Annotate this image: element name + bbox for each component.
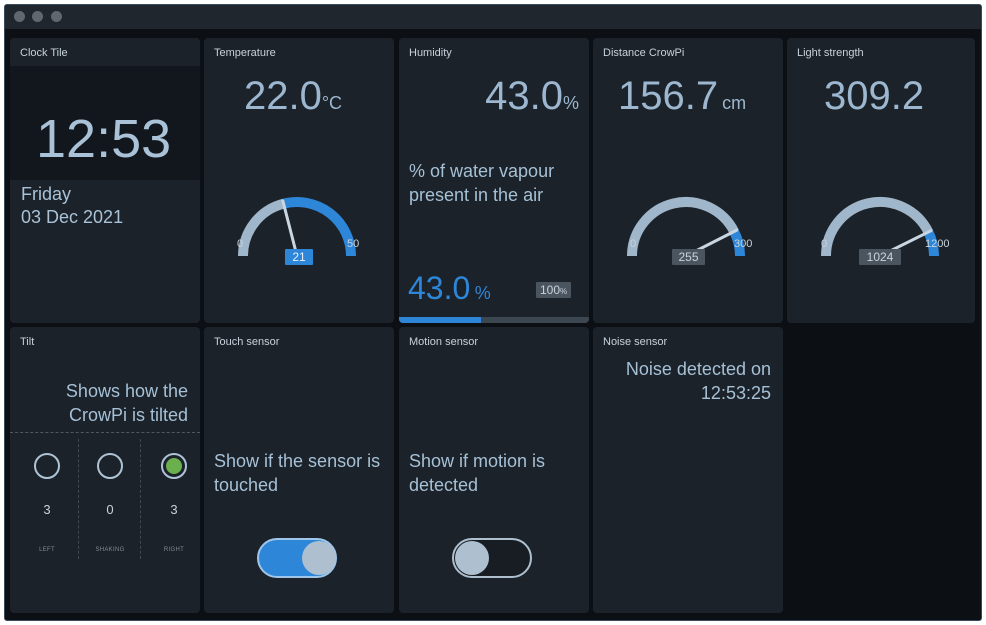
humidity-progress-fill	[399, 317, 481, 323]
tilt-title: Tilt	[20, 336, 35, 348]
minimize-window-icon[interactable]	[32, 11, 43, 22]
temperature-reading-badge: 21	[285, 249, 313, 265]
noise-tile: Noise sensor Noise detected on 12:53:25	[593, 327, 783, 613]
distance-gauge-filled-arc	[627, 197, 739, 257]
humidity-bar-unit: %	[474, 283, 491, 303]
tilt-left-label: LEFT	[39, 547, 55, 553]
distance-min: 0	[630, 238, 637, 250]
motion-tile: Motion sensor Show if motion is detected	[399, 327, 589, 613]
motion-toggle[interactable]	[452, 538, 532, 578]
distance-value: 156.7	[618, 74, 719, 118]
tilt-divider	[10, 432, 200, 433]
tilt-right-label: RIGHT	[163, 547, 185, 553]
touch-tile: Touch sensor Show if the sensor is touch…	[204, 327, 394, 613]
light-gauge-filled-arc	[821, 197, 933, 257]
noise-title: Noise sensor	[603, 336, 668, 348]
light-min: 0	[821, 238, 828, 250]
clock-day: Friday	[21, 184, 72, 204]
tilt-right-indicator	[161, 453, 187, 479]
title-bar	[5, 5, 981, 29]
light-value: 309.2	[824, 74, 925, 118]
distance-tile: Distance CrowPi 156.7 cm 0 300 255	[593, 38, 783, 323]
temperature-max: 50	[347, 238, 360, 250]
noise-line1: Noise detected on	[625, 359, 771, 379]
temperature-title: Temperature	[214, 47, 276, 59]
tilt-column-divider-1	[78, 439, 79, 559]
temperature-tile: Temperature 22.0°C 0 50 21	[204, 38, 394, 323]
tilt-left-indicator	[34, 453, 60, 479]
tilt-description-line2: CrowPi is tilted	[68, 405, 188, 425]
tilt-right-active-dot	[166, 458, 182, 474]
humidity-tile: Humidity 43.0% % of water vapour present…	[399, 38, 589, 323]
humidity-max-unit: %	[560, 287, 568, 296]
humidity-max-value: 100	[540, 283, 561, 297]
tilt-shaking-indicator	[97, 453, 123, 479]
humidity-value: 43.0	[485, 74, 563, 118]
maximize-window-icon[interactable]	[51, 11, 62, 22]
motion-description: Show if motion is detected	[409, 451, 546, 495]
distance-unit: cm	[722, 93, 747, 113]
humidity-max-badge: 100%	[536, 282, 572, 298]
humidity-bar-value-row: 43.0 %	[408, 270, 491, 307]
touch-title: Touch sensor	[214, 336, 280, 348]
clock-time: 12:53	[36, 109, 172, 169]
temperature-gauge-needle	[281, 199, 299, 258]
humidity-description: % of water vapour present in the air	[409, 161, 555, 205]
temperature-min: 0	[237, 238, 244, 250]
touch-description: Show if the sensor is touched	[214, 451, 381, 495]
close-window-icon[interactable]	[14, 11, 25, 22]
tilt-column-divider-2	[140, 439, 141, 559]
touch-toggle-knob	[302, 541, 336, 575]
distance-reading-badge: 255	[672, 249, 705, 265]
temperature-value-row: 22.0°C	[244, 74, 342, 119]
tilt-shaking-label: SHAKING	[95, 547, 125, 553]
temperature-gauge-filled-arc	[238, 198, 286, 257]
touch-toggle[interactable]	[257, 538, 337, 578]
clock-tile: Clock Tile 12:53 Friday 03 Dec 2021	[10, 38, 200, 323]
temperature-value: 22.0	[244, 74, 322, 118]
tilt-right-count: 3	[170, 502, 178, 517]
noise-line2: 12:53:25	[700, 383, 771, 403]
distance-value-row: 156.7 cm	[618, 74, 746, 119]
distance-max: 300	[734, 238, 753, 250]
humidity-unit: %	[562, 93, 579, 113]
humidity-progress-track	[399, 317, 589, 323]
light-title: Light strength	[797, 47, 864, 59]
tilt-tile: Tilt Shows how the CrowPi is tilted 3 0 …	[10, 327, 200, 613]
humidity-title: Humidity	[409, 47, 452, 59]
app-window: Clock Tile 12:53 Friday 03 Dec 2021 Temp…	[4, 4, 982, 621]
light-tile: Light strength 309.2 0 1200 1024	[787, 38, 975, 323]
humidity-bar-value: 43.0	[408, 270, 471, 306]
humidity-value-row: 43.0%	[485, 74, 579, 119]
tilt-description-line1: Shows how the	[65, 381, 188, 401]
clock-date: 03 Dec 2021	[21, 207, 124, 227]
tilt-left-count: 3	[43, 502, 51, 517]
temperature-unit: °C	[321, 93, 343, 113]
motion-toggle-knob	[455, 541, 489, 575]
distance-title: Distance CrowPi	[603, 47, 685, 59]
motion-title: Motion sensor	[409, 336, 479, 348]
clock-tile-title: Clock Tile	[20, 47, 68, 59]
light-max: 1200	[925, 238, 950, 250]
tilt-shaking-count: 0	[106, 502, 114, 517]
light-reading-badge: 1024	[859, 249, 901, 265]
